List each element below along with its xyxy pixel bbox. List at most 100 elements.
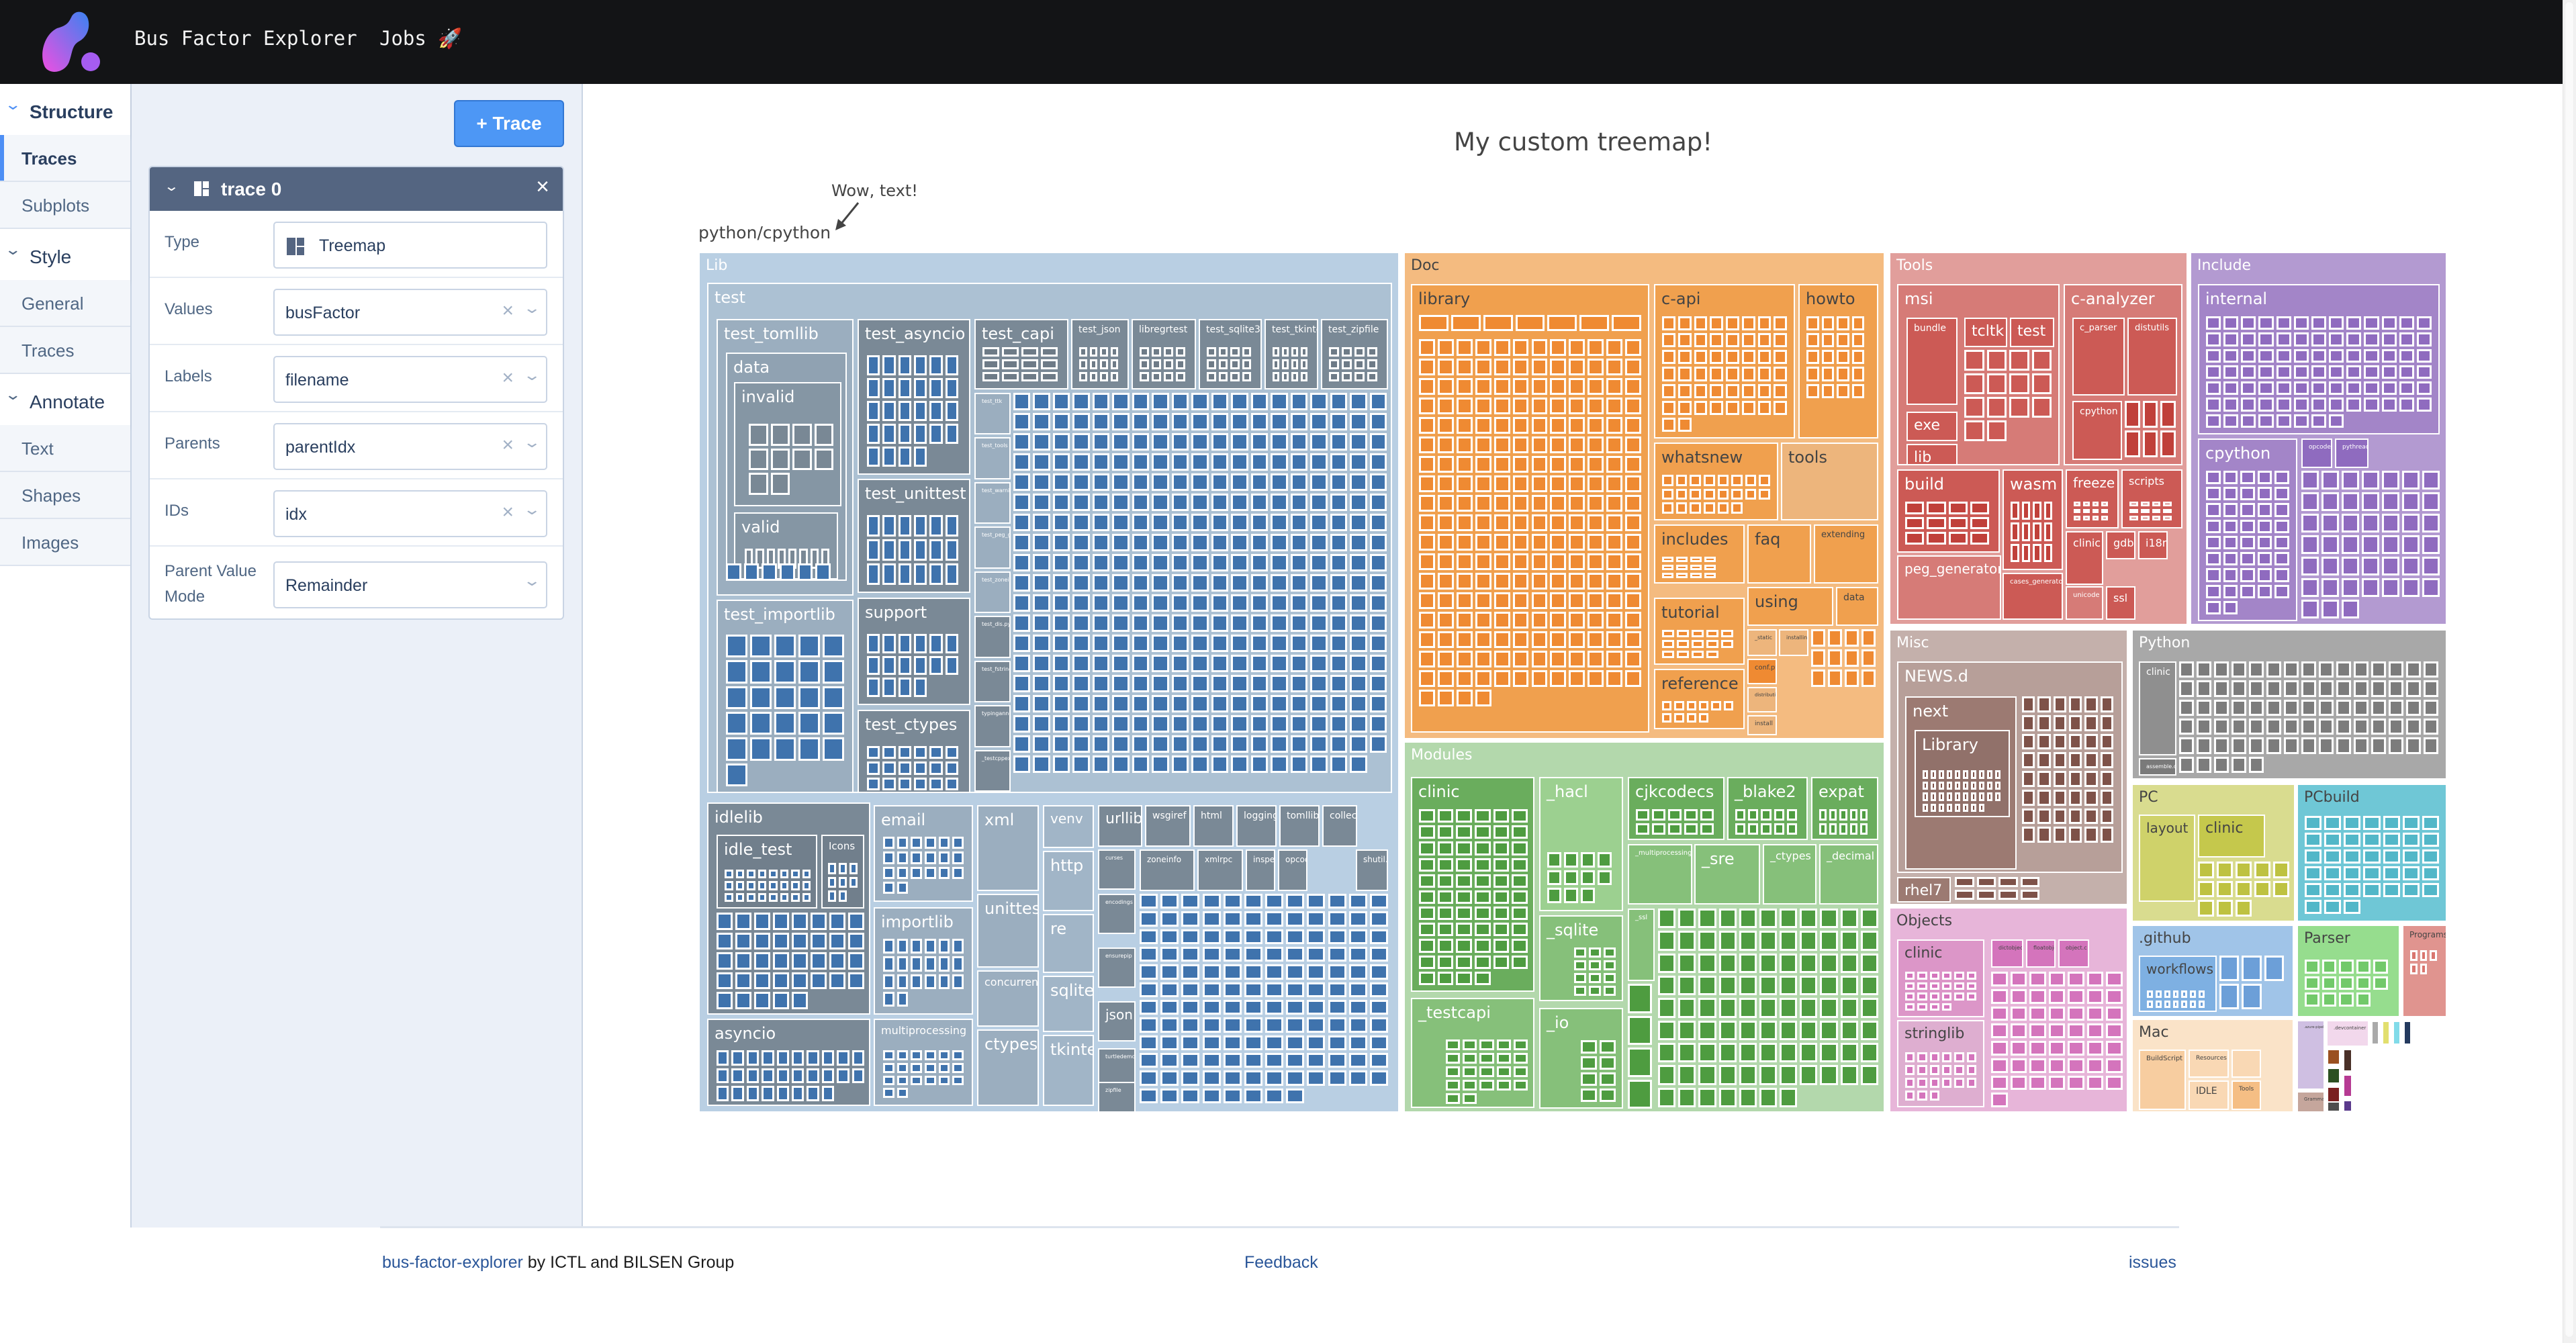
treemap-leaf[interactable] [1581,1056,1597,1070]
treemap-leaf[interactable] [1419,573,1435,590]
treemap-leaf[interactable] [1250,514,1269,531]
treemap-leaf[interactable] [2022,714,2035,731]
treemap-leaf[interactable] [1348,1035,1367,1050]
treemap-leaf[interactable] [1475,631,1491,648]
treemap-leaf[interactable] [1706,650,1718,658]
treemap-leaf[interactable] [1310,735,1328,753]
treemap-leaf[interactable] [1625,612,1641,629]
treemap-leaf[interactable] [2364,365,2379,379]
treemap-leaf[interactable] [1350,413,1367,430]
treemap-leaf[interactable] [1437,339,1454,356]
treemap-leaf[interactable] [1152,755,1169,773]
treemap-leaf[interactable] [2311,398,2327,412]
treemap-leaf[interactable] [1939,770,1944,779]
treemap-leaf[interactable] [747,881,755,890]
treemap-leaf[interactable] [2356,960,2371,974]
treemap-leaf[interactable] [1244,1035,1262,1050]
treemap-leaf[interactable] [1964,397,1984,418]
treemap-leaf[interactable] [2101,516,2108,520]
treemap-leaf[interactable] [1851,316,1864,331]
treemap-leaf[interactable] [2382,492,2399,511]
treemap-leaf[interactable] [1987,781,1992,790]
treemap-leaf[interactable] [1033,413,1050,430]
treemap-leaf[interactable] [1475,939,1491,953]
treemap-leaf[interactable] [1072,735,1090,753]
treemap-leaf[interactable] [726,635,747,658]
treemap-leaf[interactable] [914,563,927,585]
treemap-leaf[interactable] [792,913,808,930]
treemap-node[interactable]: idle_test [717,835,817,909]
treemap-leaf[interactable] [882,539,896,561]
treemap-leaf[interactable] [945,355,958,375]
treemap-leaf[interactable] [1112,675,1130,692]
treemap-leaf[interactable] [2305,992,2319,1007]
treemap-leaf[interactable] [2240,503,2255,517]
treemap-leaf[interactable] [1328,982,1346,997]
treemap-leaf[interactable] [1581,1072,1597,1086]
treemap-leaf[interactable] [2422,557,2440,575]
treemap-leaf[interactable] [1821,333,1834,348]
treemap-leaf[interactable] [1475,923,1491,937]
treemap-leaf[interactable] [807,1068,819,1084]
treemap-leaf[interactable] [2339,976,2354,990]
treemap-leaf[interactable] [911,1075,922,1086]
treemap-leaf[interactable] [938,939,950,954]
treemap-leaf[interactable] [1678,909,1696,929]
treemap-leaf[interactable] [1860,953,1878,973]
treemap-leaf[interactable] [1547,888,1561,903]
treemap-leaf[interactable] [945,761,958,775]
treemap-leaf[interactable] [839,863,847,874]
treemap-leaf[interactable] [1606,339,1623,356]
treemap-leaf[interactable] [2197,737,2211,754]
treemap-leaf[interactable] [2354,699,2368,716]
treemap-leaf[interactable] [1286,964,1305,980]
treemap-leaf[interactable] [1132,554,1150,571]
treemap-leaf[interactable] [2406,719,2421,735]
treemap-leaf[interactable] [1690,573,1702,578]
treemap-leaf[interactable] [2010,1058,2027,1073]
treemap-leaf[interactable] [1739,1065,1757,1085]
treemap-leaf[interactable] [2371,699,2386,716]
treemap-leaf[interactable] [2324,866,2342,880]
treemap-leaf[interactable] [2344,849,2361,864]
treemap-leaf[interactable] [1231,675,1248,692]
treemap-leaf[interactable] [2010,1006,2027,1021]
treemap-leaf[interactable] [882,355,896,375]
treemap-leaf[interactable] [1806,333,1819,348]
treemap-leaf[interactable] [1419,436,1435,453]
treemap-leaf[interactable] [1662,557,1673,562]
treemap-leaf[interactable] [2069,789,2082,806]
treemap-leaf[interactable] [1013,433,1031,451]
treemap-leaf[interactable] [1954,1078,1964,1088]
treemap-leaf[interactable] [1265,964,1284,980]
treemap-leaf[interactable] [1191,473,1209,491]
treemap-node[interactable]: support [858,598,970,705]
treemap-leaf[interactable] [1191,574,1209,592]
treemap-node[interactable]: unicode [2066,586,2103,620]
treemap-leaf[interactable] [848,952,864,970]
treemap-leaf[interactable] [2301,600,2319,618]
treemap-leaf[interactable] [1745,488,1757,500]
treemap-leaf[interactable] [2068,1023,2084,1038]
treemap-leaf[interactable] [735,972,751,990]
treemap-leaf[interactable] [1625,359,1641,375]
treemap-leaf[interactable] [1942,1078,1952,1088]
treemap-leaf[interactable] [1250,655,1269,672]
treemap-leaf[interactable] [1699,701,1709,710]
treemap-leaf[interactable] [1437,825,1454,839]
treemap-leaf[interactable] [2031,373,2052,394]
treemap-node[interactable]: freeze [2066,469,2119,528]
treemap-leaf[interactable] [1694,333,1708,348]
treemap-leaf[interactable] [1600,1056,1616,1070]
treemap-leaf[interactable] [1367,347,1377,357]
treemap-leaf[interactable] [1171,494,1189,511]
treemap-leaf[interactable] [1072,655,1090,672]
treemap-leaf[interactable] [1698,909,1716,929]
treemap-leaf[interactable] [1250,574,1269,592]
treemap-leaf[interactable] [2343,1049,2352,1072]
treemap-node[interactable]: opcode.h [2301,438,2332,468]
treemap-leaf[interactable] [1330,453,1348,471]
treemap-leaf[interactable] [1845,649,1859,667]
treemap-node[interactable] [2232,1050,2261,1078]
treemap-leaf[interactable] [1171,393,1189,410]
